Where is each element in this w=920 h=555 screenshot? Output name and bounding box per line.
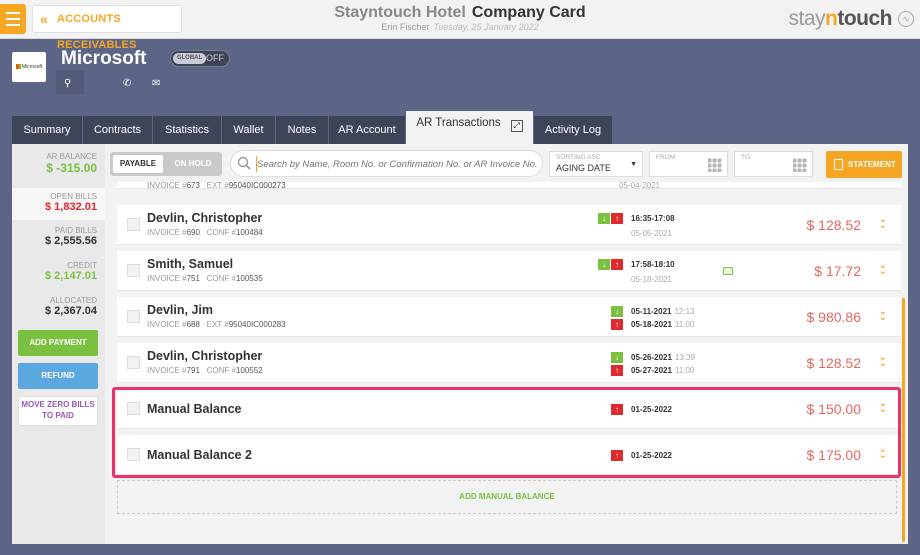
- current-date: Tuesday, 25 January 2022: [433, 22, 539, 32]
- row-checkbox[interactable]: [127, 218, 140, 231]
- search-input[interactable]: [257, 156, 537, 172]
- arrow-down-icon: ↓: [598, 213, 610, 224]
- user-name: Erin Fischer: [381, 22, 430, 32]
- summary-sidebar: AR BALANCE $ -315.00 OPEN BILLS $ 1,832.…: [12, 144, 105, 544]
- tab-notes[interactable]: Notes: [276, 116, 328, 144]
- tab-summary[interactable]: Summary: [12, 116, 82, 144]
- user-date-line: Erin Fischer Tuesday, 25 January 2022: [0, 22, 920, 32]
- tab-activity-log[interactable]: Activity Log: [534, 116, 612, 144]
- location-pin-icon: ⚲: [64, 78, 72, 89]
- microsoft-logo-icon: [15, 64, 21, 70]
- arrow-up-icon: ↑: [611, 319, 623, 330]
- paid-bills-value: $ 2,555.56: [45, 235, 97, 247]
- row-amount: $ 128.52: [806, 355, 862, 371]
- calendar-icon: [708, 158, 722, 172]
- tab-ar-transactions-label: AR Transactions: [416, 117, 501, 129]
- arrow-down-icon: ↓: [611, 352, 623, 363]
- global-toggle[interactable]: GLOBAL OFF: [170, 50, 230, 67]
- row-amount: $ 980.86: [806, 309, 862, 325]
- brand-wave-icon: ∿: [898, 11, 914, 27]
- tab-contracts[interactable]: Contracts: [83, 116, 152, 144]
- chevron-down-icon[interactable]: ⌄ ⌄: [879, 307, 887, 323]
- dropdown-arrow-icon: ▼: [630, 161, 637, 168]
- tab-wallet[interactable]: Wallet: [222, 116, 275, 144]
- email-icon[interactable]: ✉: [152, 78, 160, 89]
- manual-balances-highlight: [112, 387, 901, 478]
- table-row[interactable]: INVOICE #673 EXT #95040IC000273 05-04-20…: [117, 182, 901, 190]
- from-date-field[interactable]: FROM: [649, 151, 728, 177]
- arrow-down-icon: ↓: [611, 306, 623, 317]
- wallet-icon: [723, 267, 733, 275]
- global-toggle-state: OFF: [206, 53, 224, 63]
- allocated-value: $ 2,367.04: [45, 305, 97, 317]
- guest-name: Devlin, Jim: [147, 303, 213, 317]
- chevron-down-icon[interactable]: ⌄ ⌄: [879, 261, 887, 277]
- allocated-summary: ALLOCATED $ 2,367.04: [12, 296, 105, 317]
- payable-filter-button[interactable]: PAYABLE: [113, 155, 163, 173]
- company-logo: Microsoft: [12, 52, 46, 82]
- sorting-value: AGING DATE: [556, 163, 611, 173]
- row-checkbox[interactable]: [127, 356, 140, 369]
- on-hold-filter-button[interactable]: ON HOLD: [166, 155, 220, 173]
- move-zero-bills-button[interactable]: MOVE ZERO BILLS TO PAID: [18, 396, 98, 426]
- ar-balance-value: $ -315.00: [46, 161, 97, 175]
- paid-bills-summary[interactable]: PAID BILLS $ 2,555.56: [12, 226, 105, 247]
- payable-onhold-toggle: PAYABLE ON HOLD: [110, 152, 222, 176]
- brand-logo: stayntouch: [788, 7, 893, 30]
- tab-ar-transactions[interactable]: AR Transactions ⤢: [406, 111, 533, 144]
- table-row[interactable]: Devlin, Jim INVOICE #688 EXT #95040IC000…: [117, 297, 901, 337]
- global-toggle-knob: GLOBAL: [173, 53, 206, 64]
- arrow-up-icon: ↑: [611, 259, 623, 270]
- row-checkbox[interactable]: [127, 310, 140, 323]
- statement-button[interactable]: STATEMENT: [826, 151, 902, 178]
- top-bar: « ACCOUNTS RECEIVABLES Stayntouch Hotel C…: [0, 0, 920, 51]
- search-icon: [237, 156, 251, 170]
- scrollbar[interactable]: [902, 298, 905, 542]
- document-icon: [834, 159, 843, 170]
- tab-statistics[interactable]: Statistics: [153, 116, 221, 144]
- refund-button[interactable]: REFUND: [18, 363, 98, 389]
- page-title: Stayntouch Hotel Company Card: [0, 4, 920, 22]
- ar-balance-summary: AR BALANCE $ -315.00: [12, 152, 105, 188]
- add-payment-button[interactable]: ADD PAYMENT: [18, 330, 98, 356]
- open-bills-value: $ 1,832.01: [45, 201, 97, 213]
- open-bills-summary[interactable]: OPEN BILLS $ 1,832.01: [12, 188, 105, 220]
- chevron-down-icon[interactable]: ⌄ ⌄: [879, 353, 887, 369]
- credit-value: $ 2,147.01: [45, 270, 97, 282]
- table-row[interactable]: Devlin, Christopher INVOICE #690 CONF #1…: [117, 205, 901, 245]
- page-name: Company Card: [471, 4, 586, 21]
- calendar-icon: [793, 158, 807, 172]
- search-box: [230, 150, 543, 177]
- to-date-field[interactable]: TO: [734, 151, 813, 177]
- table-row[interactable]: Devlin, Christopher INVOICE #791 CONF #1…: [117, 343, 901, 383]
- arrow-up-icon: ↑: [611, 365, 623, 376]
- add-manual-balance-button[interactable]: ADD MANUAL BALANCE: [117, 480, 897, 514]
- expand-icon[interactable]: ⤢: [510, 120, 523, 132]
- company-name: Microsoft: [61, 48, 147, 69]
- sorting-dropdown[interactable]: SORTING ASC AGING DATE ▼: [549, 151, 643, 177]
- guest-name: Devlin, Christopher: [147, 349, 263, 363]
- guest-name: Devlin, Christopher: [147, 211, 263, 225]
- row-amount: $ 128.52: [806, 217, 862, 233]
- phone-icon[interactable]: ✆: [123, 78, 131, 89]
- arrow-down-icon: ↓: [598, 259, 610, 270]
- arrow-up-icon: ↑: [611, 213, 623, 224]
- row-amount: $ 17.72: [814, 263, 861, 279]
- credit-summary: CREDIT $ 2,147.01: [12, 261, 105, 282]
- hotel-name: Stayntouch Hotel: [334, 4, 466, 21]
- tab-ar-account[interactable]: AR Account: [329, 116, 405, 144]
- table-row[interactable]: Smith, Samuel INVOICE #751 CONF #100535 …: [117, 251, 901, 291]
- chevron-down-icon[interactable]: ⌄ ⌄: [879, 215, 887, 231]
- guest-name: Smith, Samuel: [147, 257, 234, 271]
- row-checkbox[interactable]: [127, 264, 140, 277]
